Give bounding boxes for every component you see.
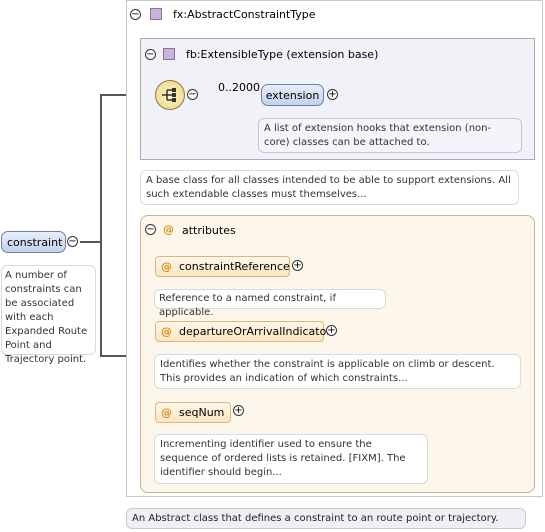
- extensible-type-icon: [163, 48, 175, 60]
- attribute-expand-icon[interactable]: +: [326, 325, 337, 336]
- attribute-name: departureOrArrivalIndicator: [179, 325, 331, 338]
- attribute-expand-icon[interactable]: +: [233, 405, 244, 416]
- attribute-at-icon: @: [161, 325, 172, 338]
- extension-element-doc: A list of extension hooks that extension…: [258, 118, 522, 153]
- extension-element[interactable]: extension: [261, 84, 324, 106]
- attribute-doc: Identifies whether the constraint is app…: [154, 354, 521, 389]
- attribute-doc: Incrementing identifier used to ensure t…: [154, 434, 428, 484]
- attribute-at-icon: @: [161, 406, 172, 419]
- attribute-departureOrArrivalIndicator[interactable]: @ departureOrArrivalIndicator: [155, 321, 331, 342]
- type-name: fx:AbstractConstraintType: [173, 8, 316, 21]
- attribute-name: constraintReference: [179, 260, 290, 273]
- connector-root-h: [80, 241, 102, 243]
- type-collapse-icon[interactable]: −: [130, 9, 141, 20]
- complex-type-icon: [150, 8, 162, 20]
- attributes-collapse-icon[interactable]: −: [145, 224, 156, 235]
- attribute-constraintReference[interactable]: @ constraintReference: [155, 256, 290, 277]
- attribute-name: seqNum: [179, 406, 225, 419]
- attribute-seqNum[interactable]: @ seqNum: [155, 402, 231, 423]
- extension-base-name: fb:ExtensibleType (extension base): [186, 48, 379, 61]
- root-element-label: constraint: [7, 235, 63, 249]
- connector-trunk-v: [100, 95, 102, 357]
- sequence-collapse-icon[interactable]: −: [187, 89, 198, 100]
- attribute-expand-icon[interactable]: +: [292, 260, 303, 271]
- attribute-doc: Reference to a named constraint, if appl…: [154, 289, 386, 318]
- type-doc: An Abstract class that defines a constra…: [126, 508, 526, 529]
- attributes-label: attributes: [182, 224, 236, 237]
- root-collapse-icon[interactable]: −: [67, 236, 78, 247]
- extension-base-doc: A base class for all classes intended to…: [140, 170, 519, 205]
- extension-collapse-icon[interactable]: −: [145, 49, 156, 60]
- sequence-cardinality: 0..2000: [218, 81, 260, 94]
- sequence-glyph-icon: [162, 88, 176, 102]
- extension-element-label: extension: [265, 88, 320, 102]
- root-element-constraint[interactable]: constraint: [1, 231, 66, 253]
- root-element-doc: A number of constraints can be associate…: [1, 265, 96, 365]
- attributes-at-icon: @: [163, 223, 174, 236]
- attribute-at-icon: @: [161, 260, 172, 273]
- extension-expand-icon[interactable]: +: [327, 89, 338, 100]
- sequence-compositor-icon[interactable]: [155, 80, 185, 110]
